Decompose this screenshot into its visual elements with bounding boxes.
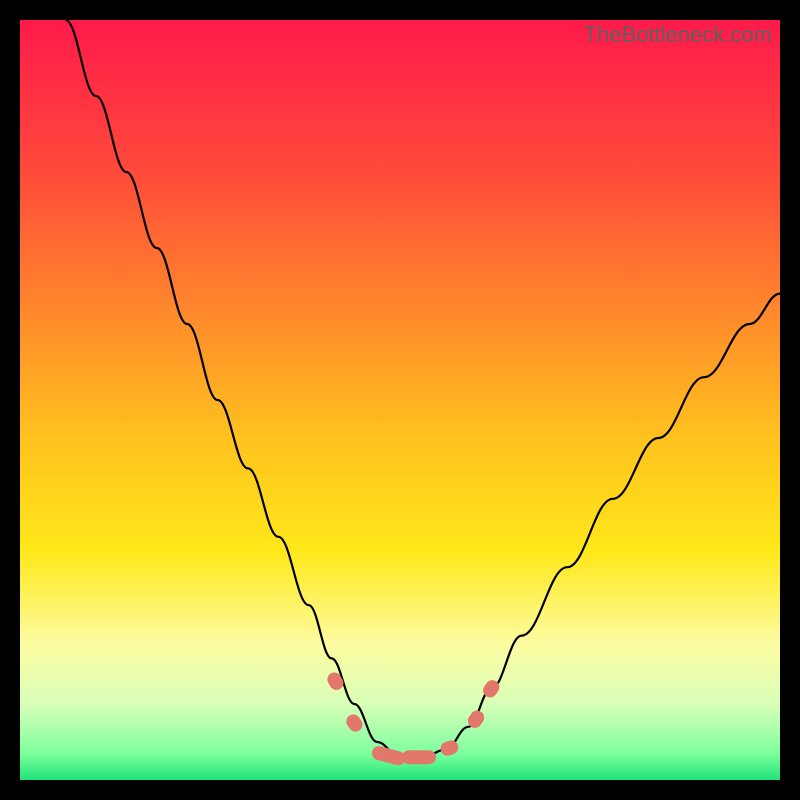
chart-background	[20, 20, 780, 780]
watermark-text: TheBottleneck.com	[584, 22, 772, 48]
chart-svg	[20, 20, 780, 780]
highlight-marker	[402, 750, 436, 764]
chart-frame: TheBottleneck.com	[20, 20, 780, 780]
